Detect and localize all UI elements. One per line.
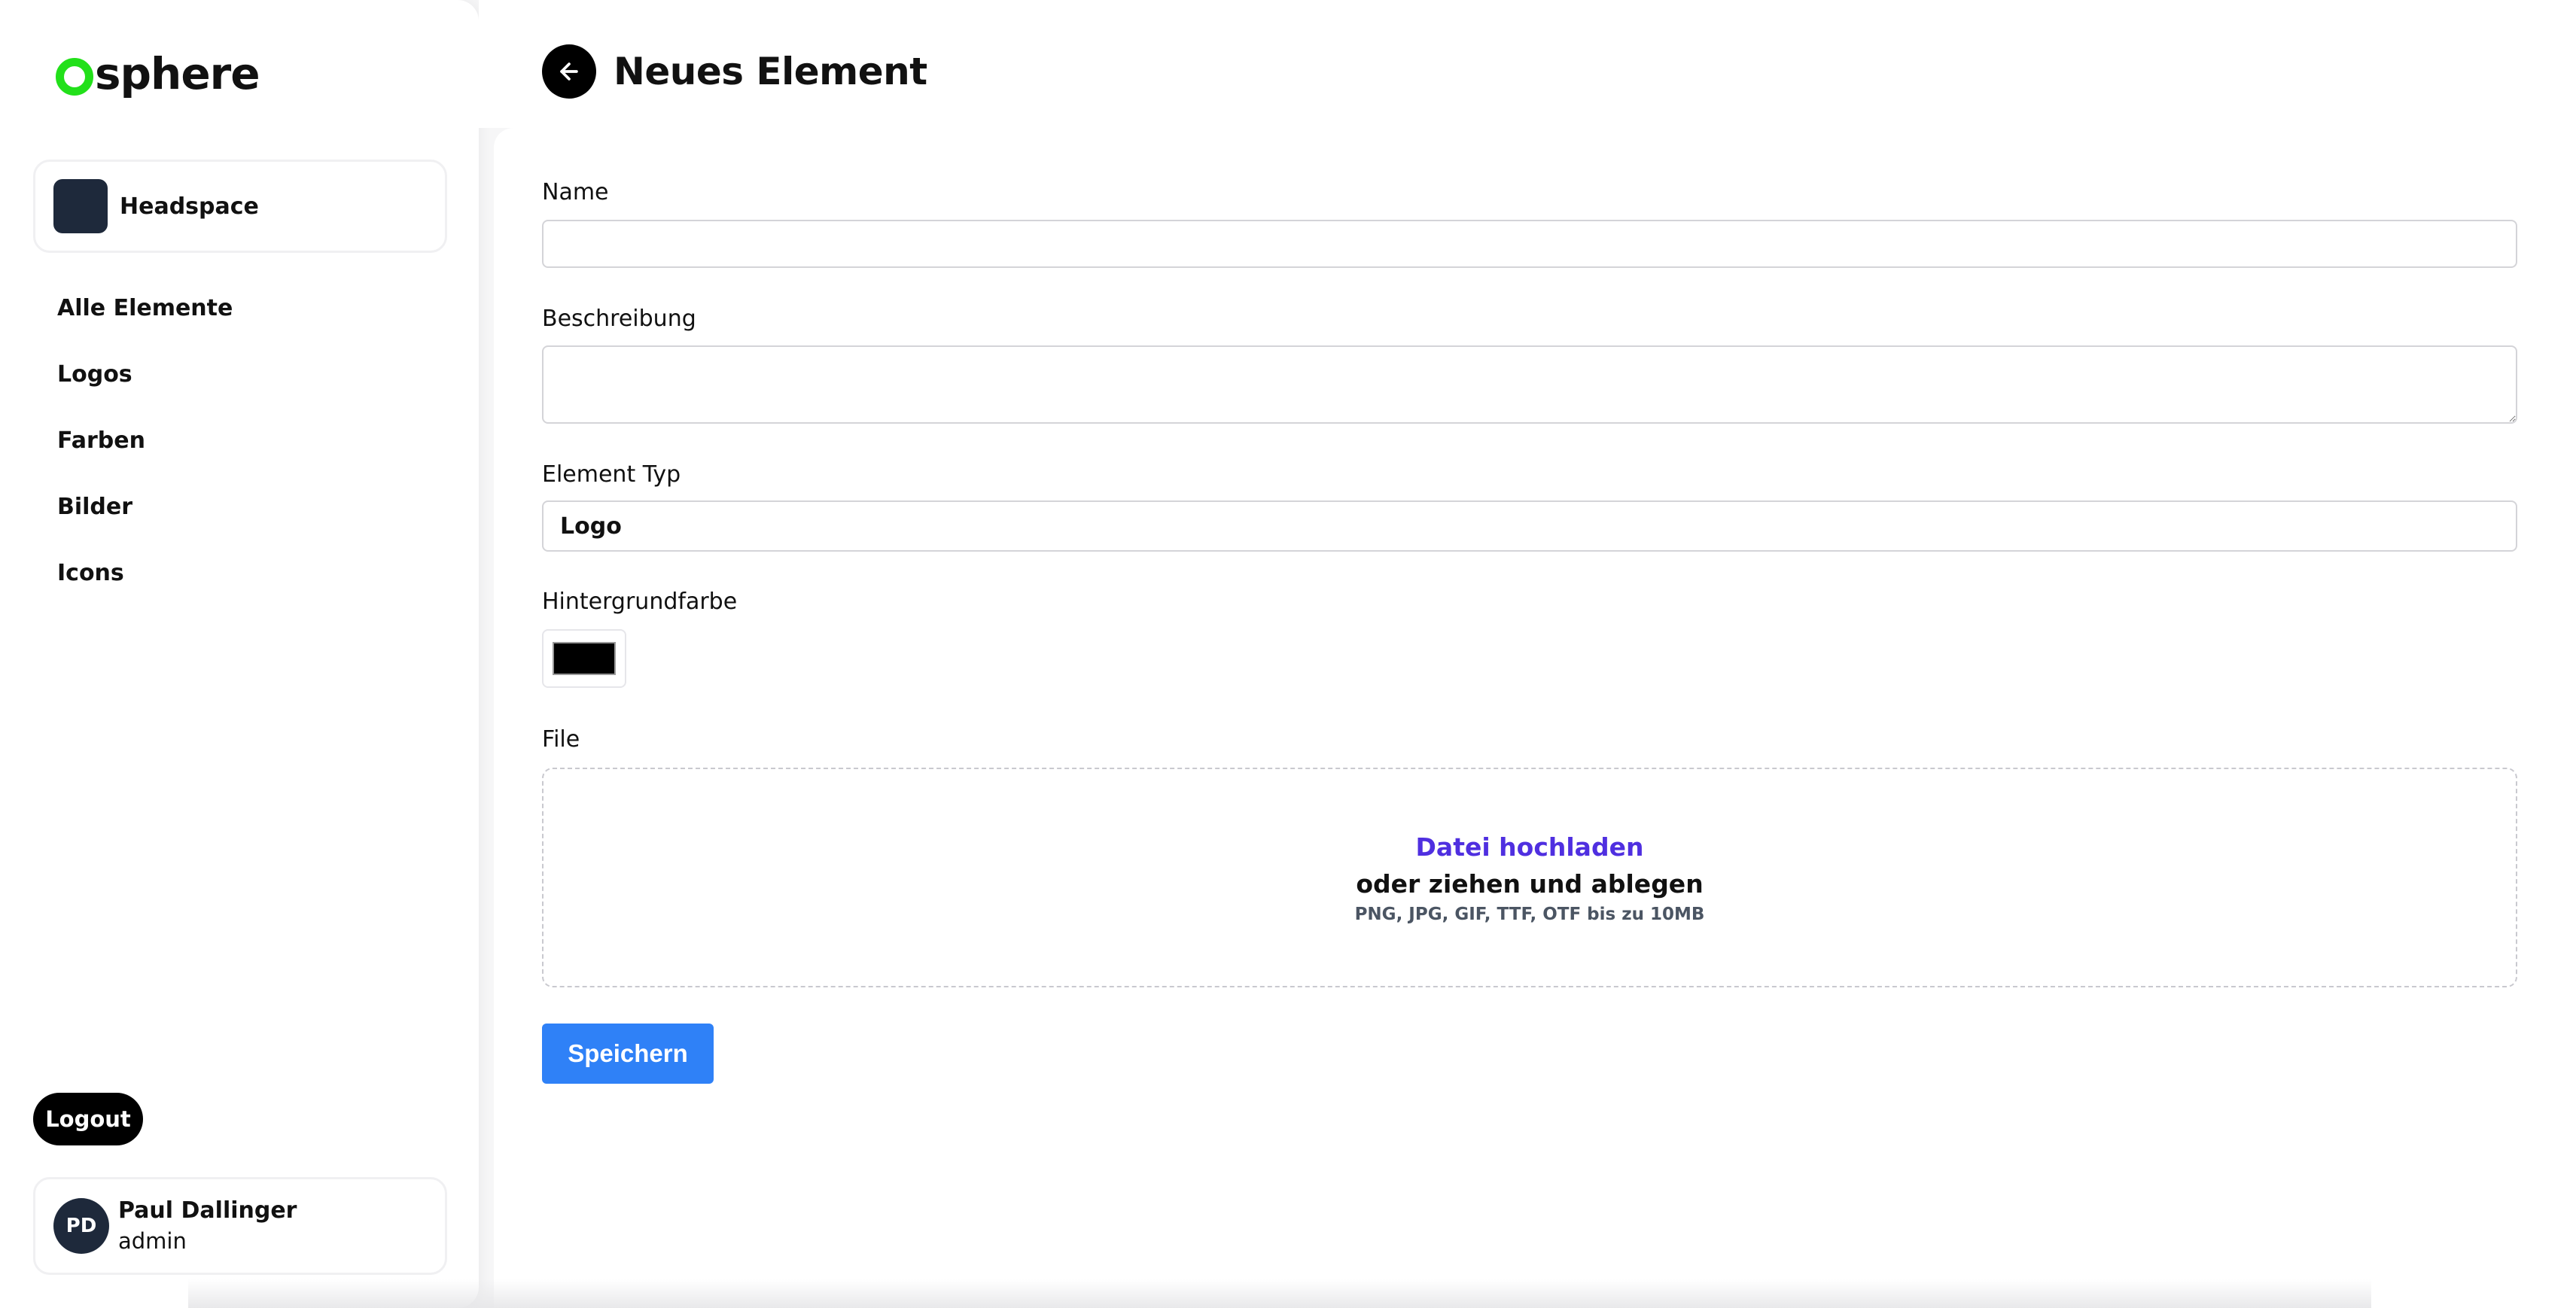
element-type-value: Logo — [560, 513, 622, 540]
user-card[interactable]: PD Paul Dallinger admin — [33, 1177, 447, 1275]
user-name: Paul Dallinger — [118, 1197, 297, 1224]
sidebar-item-icons[interactable]: Icons — [57, 558, 233, 625]
file-type-hint: PNG, JPG, GIF, TTF, OTF bis zu 10MB — [1354, 905, 1705, 924]
brand-name: sphere — [95, 48, 260, 99]
sidebar-nav: Alle Elemente Logos Farben Bilder Icons — [57, 294, 233, 625]
user-info: Paul Dallinger admin — [118, 1196, 297, 1256]
name-label: Name — [542, 179, 609, 205]
sidebar-item-farben[interactable]: Farben — [57, 426, 233, 492]
workspace-switcher[interactable]: Headspace — [33, 160, 447, 253]
avatar: PD — [53, 1198, 109, 1254]
sidebar-item-logos[interactable]: Logos — [57, 360, 233, 426]
element-type-select[interactable]: Logo — [542, 500, 2517, 552]
workspace-name: Headspace — [120, 193, 259, 220]
sidebar: sphere Headspace Alle Elemente Logos Far… — [0, 0, 479, 1308]
save-button[interactable]: Speichern — [542, 1024, 714, 1084]
name-input[interactable] — [542, 220, 2517, 268]
main-content — [494, 128, 2576, 1308]
page-title: Neues Element — [614, 50, 927, 93]
brand-ring-icon — [56, 58, 93, 96]
sidebar-item-alle-elemente[interactable]: Alle Elemente — [57, 294, 233, 360]
sidebar-item-bilder[interactable]: Bilder — [57, 492, 233, 558]
element-type-label: Element Typ — [542, 461, 681, 488]
background-color-label: Hintergrundfarbe — [542, 589, 738, 615]
color-swatch — [553, 642, 616, 675]
logout-button[interactable]: Logout — [33, 1093, 143, 1145]
upload-file-link[interactable]: Datei hochladen — [544, 832, 2516, 862]
bottom-shadow — [188, 1279, 2371, 1308]
file-label: File — [542, 726, 580, 753]
file-dropzone[interactable]: Datei hochladen oder ziehen und ablegen … — [542, 768, 2517, 987]
back-button[interactable] — [542, 44, 596, 99]
workspace-avatar — [53, 179, 108, 233]
brand-logo[interactable]: sphere — [56, 48, 260, 99]
description-textarea[interactable] — [542, 345, 2517, 424]
user-role: admin — [118, 1228, 187, 1254]
background-color-picker[interactable] — [542, 629, 626, 688]
drop-instructions: oder ziehen und ablegen — [1356, 869, 1704, 899]
arrow-left-icon — [560, 62, 578, 81]
description-label: Beschreibung — [542, 306, 696, 332]
